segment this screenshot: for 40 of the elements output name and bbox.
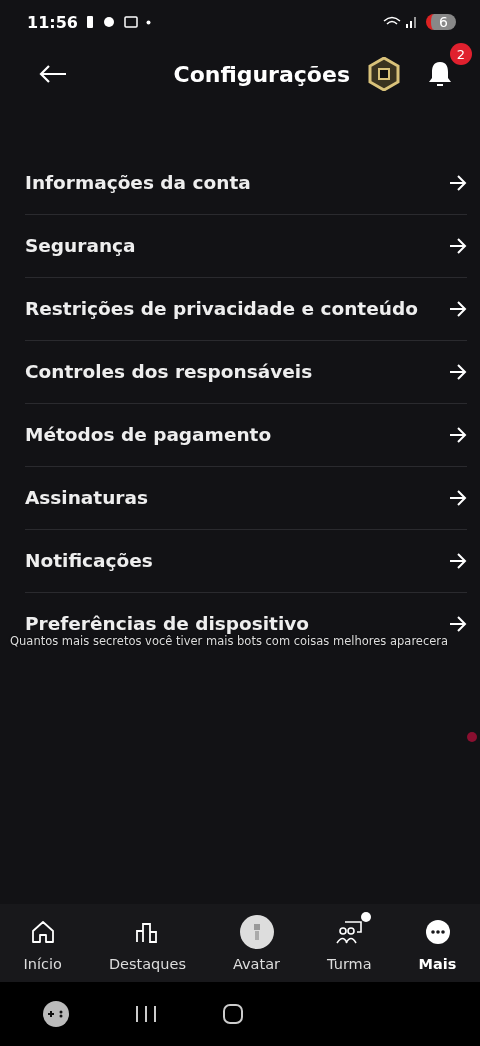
arrow-right-icon [449,301,467,317]
arrow-right-icon [449,238,467,254]
hexagon-coin-icon[interactable] [368,57,400,91]
arrow-right-icon [449,553,467,569]
people-icon [335,919,364,945]
settings-item[interactable]: Segurança [25,236,136,256]
settings-item[interactable]: Controles dos responsáveis [25,362,313,382]
dot-icon [145,19,151,25]
signal-icon [382,15,419,29]
arrow-right-icon [449,175,467,191]
settings-item[interactable]: Preferências de dispositivo [25,614,309,634]
record-dot-icon [467,732,477,742]
battery-level: 6 [426,14,456,30]
settings-item[interactable]: Assinaturas [25,488,148,508]
settings-item[interactable]: Restrições de privacidade e conteúdo [25,299,418,319]
avatar-icon [238,914,275,950]
arrow-right-icon [449,616,467,632]
video-caption: Quantos mais secretos você tiver mais bots com coisas melhores aparecera [10,634,449,648]
screenshot-icon [123,16,138,28]
nav-tab[interactable]: Turma [327,914,372,972]
settings-item[interactable]: Informações da conta [25,173,251,193]
arrow-right-icon [449,490,467,506]
recents-icon[interactable] [134,1004,158,1024]
bell-icon[interactable] [426,59,454,89]
more-icon [424,919,451,945]
gamepad-icon[interactable] [42,1000,70,1028]
page-title: Configurações [173,61,350,87]
settings-item[interactable]: Métodos de pagamento [25,425,272,445]
status-time: 11:56 [27,12,78,32]
settings-item[interactable]: Notificações [25,551,153,571]
home-icon [29,919,56,945]
nav-tab[interactable]: Mais [418,914,457,972]
arrow-right-icon [449,364,467,380]
nav-tab[interactable]: Destaques [108,914,186,972]
arrow-right-icon [449,427,467,443]
back-arrow-icon[interactable] [38,64,68,84]
notification-badge: 2 [450,43,472,65]
nav-tab[interactable]: Início [23,914,62,972]
home-button-icon[interactable] [222,1003,244,1025]
nav-tab[interactable]: Avatar [232,914,281,972]
